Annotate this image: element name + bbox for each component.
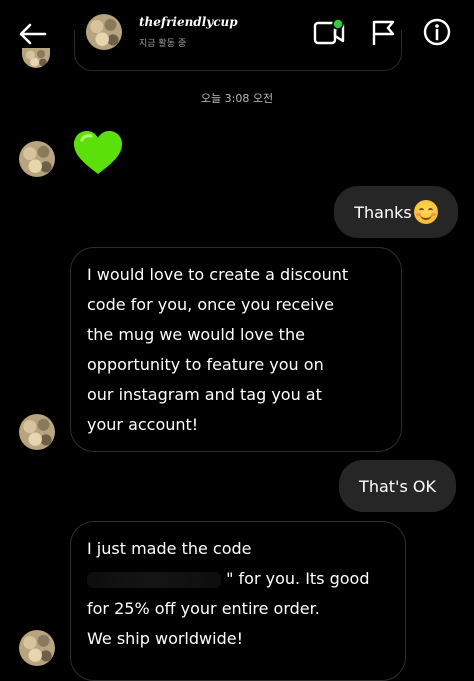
message-line: the mug we would love the <box>87 325 305 344</box>
previous-message-bubble <box>74 30 402 71</box>
message-line: We ship worldwide! <box>87 629 243 648</box>
message-line: our instagram and tag you at <box>87 385 322 404</box>
outgoing-message-thanks[interactable]: Thanks <box>334 186 458 238</box>
arrow-left-icon <box>19 23 47 45</box>
message-line: " for you. Its good <box>226 569 370 588</box>
outgoing-message-thats-ok[interactable]: That's OK <box>339 460 456 512</box>
sender-avatar[interactable] <box>19 141 55 177</box>
message-line: I just made the code <box>87 539 252 558</box>
green-heart-icon <box>74 131 122 174</box>
info-button[interactable] <box>422 17 452 47</box>
message-line-with-code: " for you. Its good <box>87 564 389 594</box>
message-line: opportunity to feature you on <box>87 355 324 374</box>
message-line: code for you, once you receive <box>87 295 334 314</box>
incoming-message-discount[interactable]: I would love to create a discount code f… <box>70 247 402 452</box>
sender-avatar[interactable] <box>19 414 55 450</box>
message-line: your account! <box>87 415 199 434</box>
username[interactable]: thefriendlycup <box>139 15 238 29</box>
sender-avatar[interactable] <box>19 630 55 666</box>
incoming-message-code[interactable]: I just made the code " for you. Its good… <box>70 521 406 681</box>
info-icon <box>423 18 451 46</box>
message-line: for 25% off your entire order. <box>87 599 320 618</box>
smiling-face-icon <box>413 200 438 224</box>
message-timestamp: 오늘 3:08 오전 <box>200 92 274 105</box>
back-button[interactable] <box>14 16 50 52</box>
redacted-code <box>87 571 221 588</box>
message-text: Thanks <box>354 202 412 222</box>
message-line: I would love to create a discount <box>87 265 349 284</box>
message-text: That's OK <box>359 476 436 496</box>
